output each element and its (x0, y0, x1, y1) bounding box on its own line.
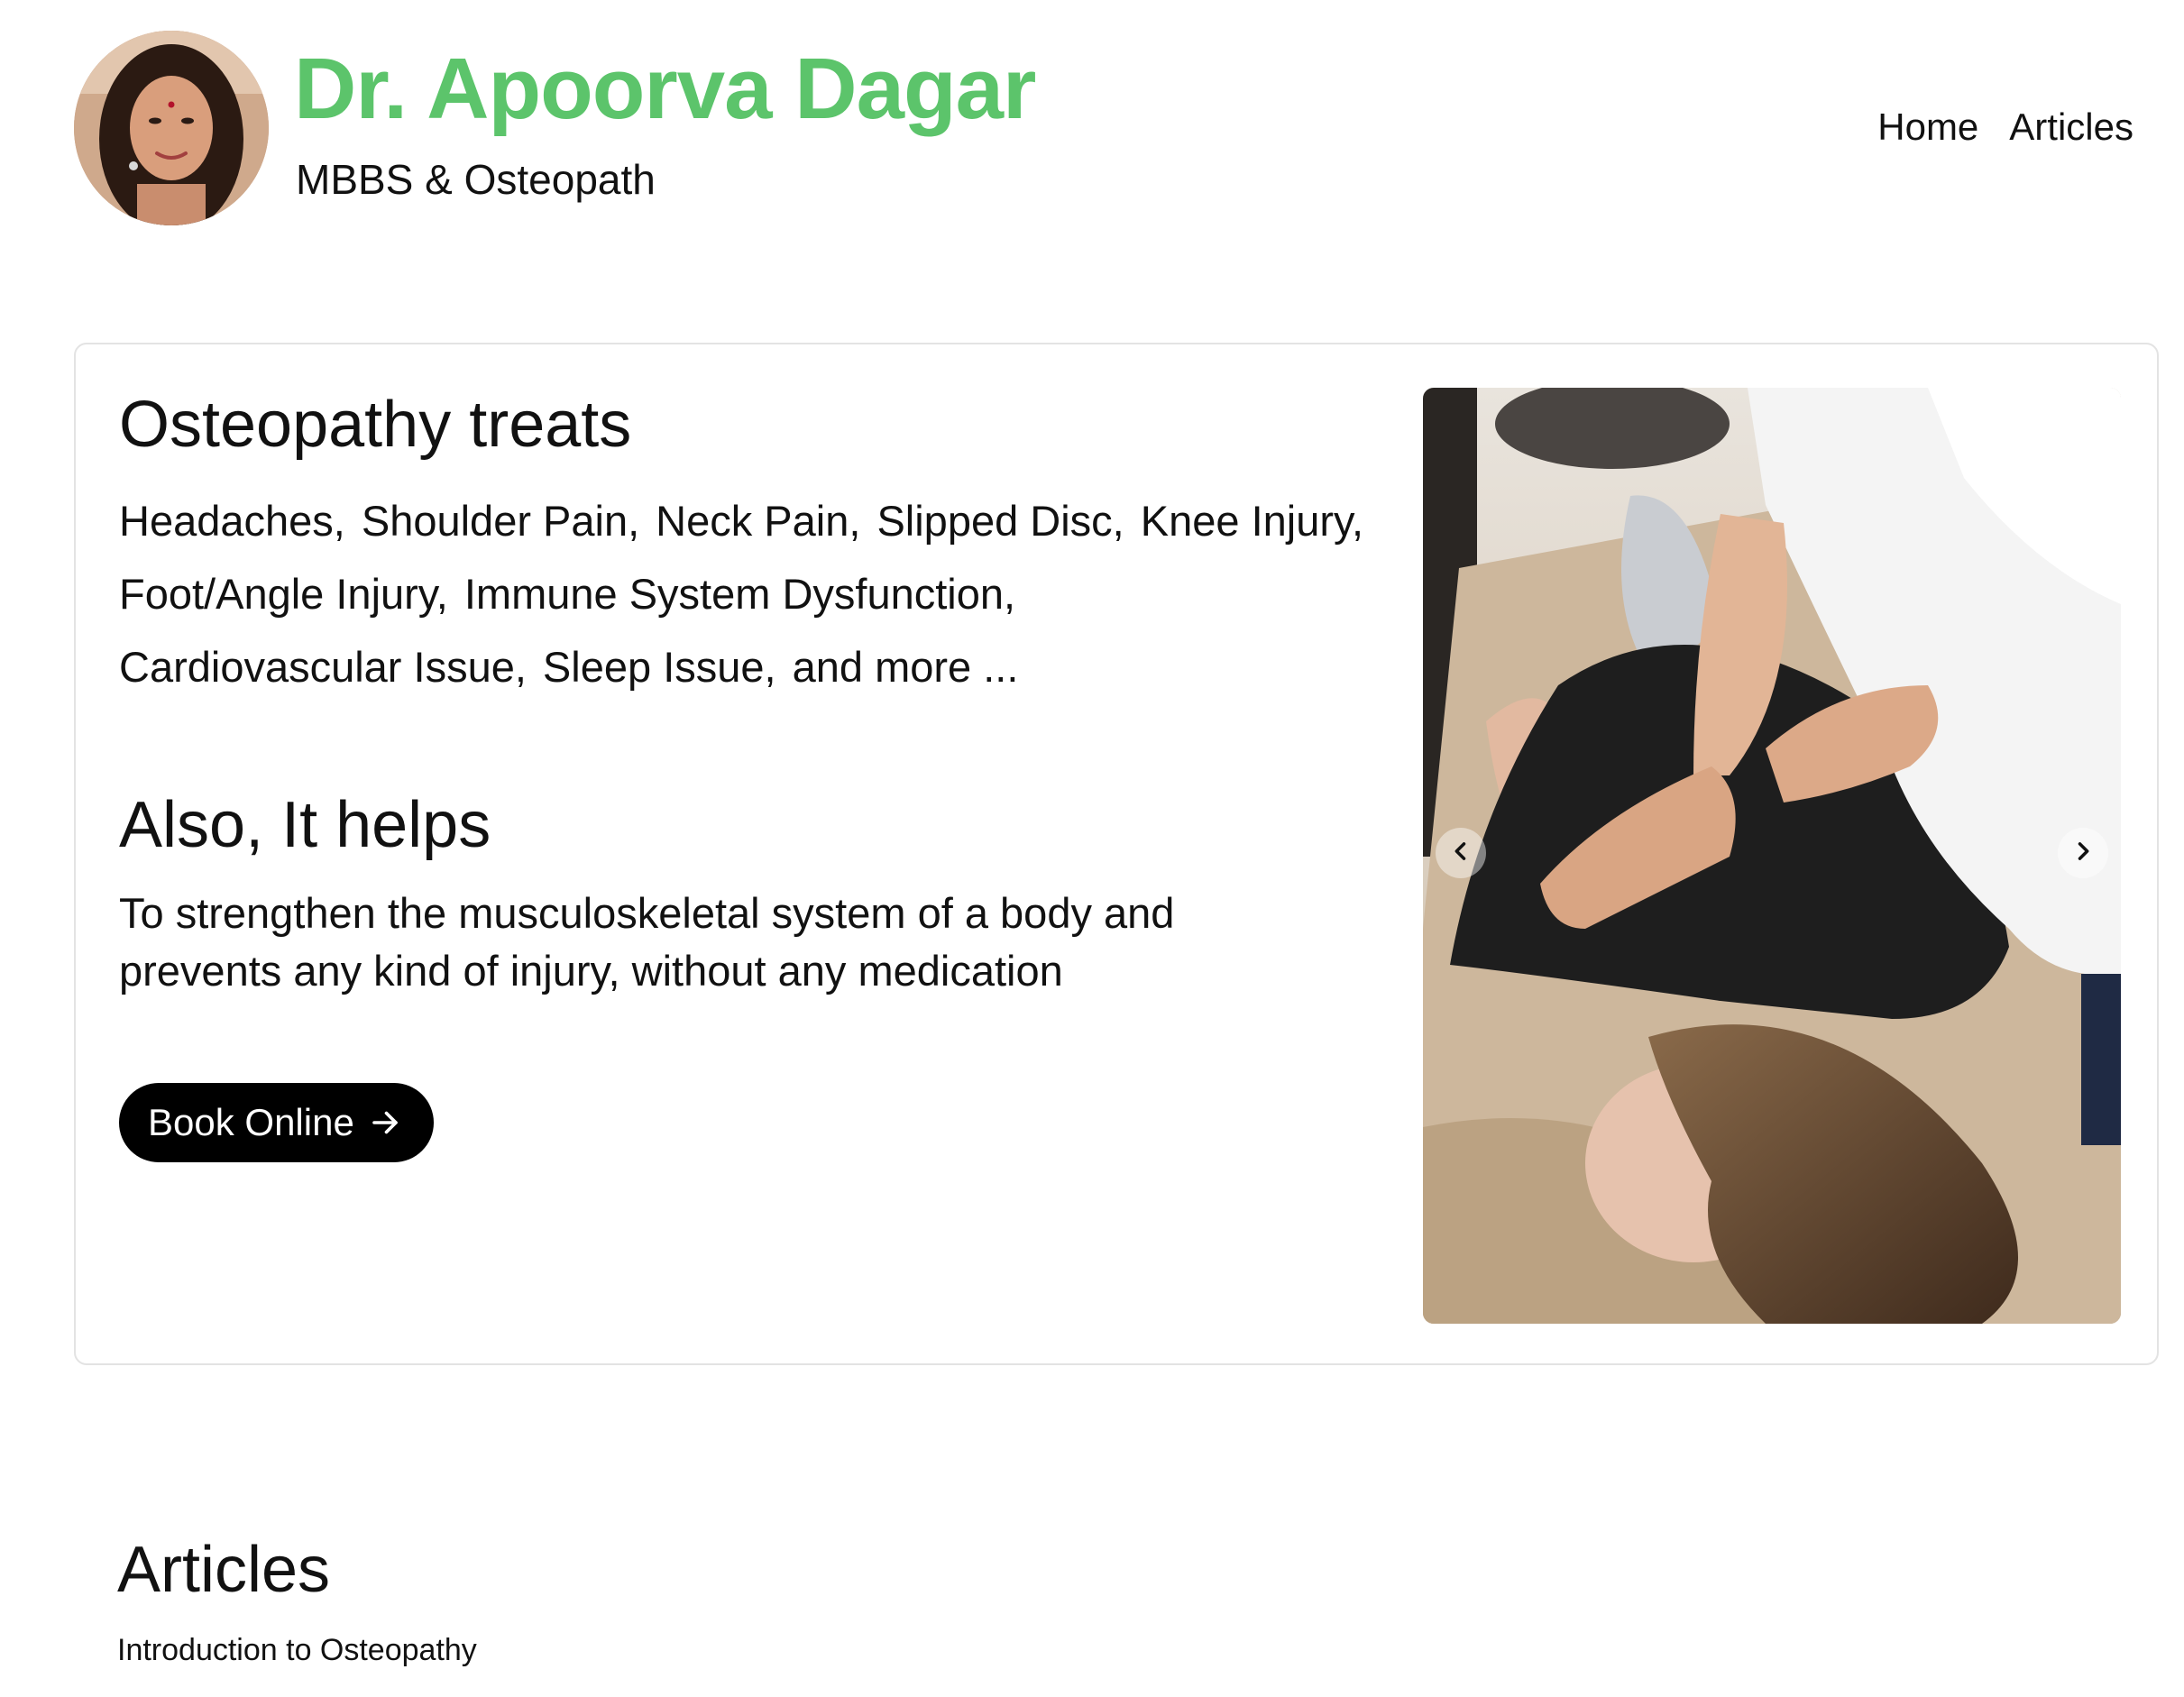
hero-card: Osteopathy treats Headaches, Shoulder Pai… (74, 343, 2159, 1365)
condition-item: Knee Injury, (1140, 496, 1364, 545)
site-header: Dr. Apoorva Dagar MBBS & Osteopath Home … (0, 0, 2184, 271)
helps-heading: Also, It helps (119, 788, 491, 861)
chevron-right-icon (2070, 839, 2096, 868)
condition-item: Headaches, (119, 496, 345, 545)
conditions-list: Headaches, Shoulder Pain, Neck Pain, Slippe… (119, 484, 1399, 703)
site-title: Dr. Apoorva Dagar (294, 41, 1036, 137)
condition-item: Sleep Issue, (542, 642, 776, 691)
condition-item: Cardiovascular Issue, (119, 642, 527, 691)
condition-item: Foot/Angle Injury, (119, 569, 448, 618)
treats-heading: Osteopathy treats (119, 389, 632, 461)
articles-heading: Articles (117, 1534, 331, 1606)
condition-item: Neck Pain, (656, 496, 861, 545)
site-subtitle: MBBS & Osteopath (296, 156, 656, 203)
condition-item: and more ... (792, 642, 1019, 691)
nav-home-link[interactable]: Home (1877, 105, 1978, 150)
avatar (74, 31, 269, 225)
carousel-next-button[interactable] (2058, 828, 2108, 878)
article-link-introduction[interactable]: Introduction to Osteopathy (117, 1632, 477, 1669)
nav-articles-link[interactable]: Articles (2009, 105, 2134, 150)
condition-item: Shoulder Pain, (361, 496, 640, 545)
carousel-prev-button[interactable] (1436, 828, 1486, 878)
image-carousel[interactable] (1423, 388, 2121, 1324)
condition-item: Immune System Dysfunction, (463, 569, 1016, 618)
condition-item: Slipped Disc, (876, 496, 1124, 545)
book-online-button[interactable]: Book Online (119, 1082, 434, 1162)
arrow-right-icon (369, 1106, 401, 1139)
helps-description: To strengthen the musculoskeletal system… (119, 888, 1175, 995)
book-online-label: Book Online (148, 1100, 354, 1143)
main-nav: Home Articles (1877, 105, 2134, 150)
hero-text: Osteopathy treats Headaches, Shoulder Pai… (119, 388, 1381, 1162)
chevron-left-icon (1448, 839, 1473, 868)
carousel-image (1423, 388, 2121, 1324)
